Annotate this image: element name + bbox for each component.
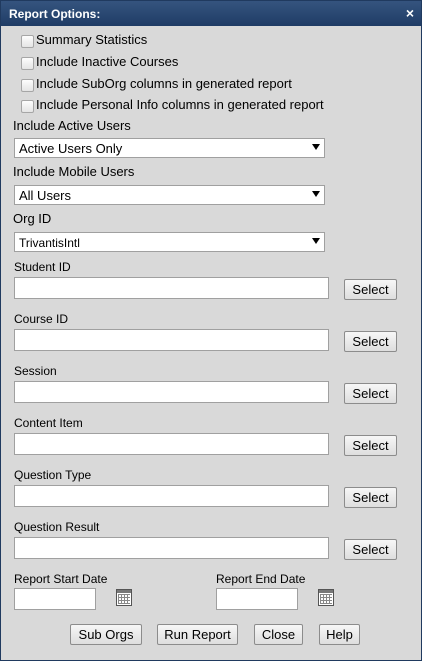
course-id-label: Course ID — [14, 312, 69, 326]
mobile-users-value: All Users — [19, 188, 72, 203]
include-personal-info-checkbox[interactable] — [21, 100, 34, 113]
report-start-date-label: Report Start Date — [14, 572, 108, 586]
content-item-label: Content Item — [14, 416, 83, 430]
content-item-select-button[interactable]: Select — [344, 435, 397, 456]
question-type-select-button[interactable]: Select — [344, 487, 397, 508]
chevron-down-icon — [312, 238, 320, 244]
help-button[interactable]: Help — [319, 624, 360, 645]
dialog-title: Report Options: — [9, 7, 101, 21]
active-users-select[interactable]: Active Users Only — [14, 138, 325, 158]
report-end-date-input[interactable] — [216, 588, 298, 610]
student-id-select-button[interactable]: Select — [344, 279, 397, 300]
include-inactive-courses-checkbox[interactable] — [21, 57, 34, 70]
org-id-label: Org ID — [13, 211, 52, 226]
include-suborg-columns-label: Include SubOrg columns in generated repo… — [36, 76, 292, 91]
question-type-input[interactable] — [14, 485, 329, 507]
session-label: Session — [14, 364, 57, 378]
summary-statistics-checkbox[interactable] — [21, 35, 34, 48]
course-id-select-button[interactable]: Select — [344, 331, 397, 352]
org-id-select[interactable]: TrivantisIntl — [14, 232, 325, 252]
include-suborg-columns-checkbox[interactable] — [21, 79, 34, 92]
close-icon[interactable]: × — [406, 5, 414, 21]
calendar-icon[interactable] — [318, 589, 334, 606]
question-result-label: Question Result — [14, 520, 100, 534]
content-item-input[interactable] — [14, 433, 329, 455]
report-start-date-input[interactable] — [14, 588, 96, 610]
close-button[interactable]: Close — [254, 624, 303, 645]
summary-statistics-label: Summary Statistics — [36, 32, 148, 47]
include-inactive-courses-label: Include Inactive Courses — [36, 54, 179, 69]
session-select-button[interactable]: Select — [344, 383, 397, 404]
question-type-label: Question Type — [14, 468, 92, 482]
mobile-users-select[interactable]: All Users — [14, 185, 325, 205]
course-id-input[interactable] — [14, 329, 329, 351]
chevron-down-icon — [312, 191, 320, 197]
sub-orgs-button[interactable]: Sub Orgs — [70, 624, 142, 645]
report-end-date-label: Report End Date — [216, 572, 306, 586]
student-id-input[interactable] — [14, 277, 329, 299]
chevron-down-icon — [312, 144, 320, 150]
question-result-input[interactable] — [14, 537, 329, 559]
report-options-dialog: Report Options: × Summary Statistics Inc… — [0, 0, 422, 661]
include-personal-info-label: Include Personal Info columns in generat… — [36, 97, 324, 112]
run-report-button[interactable]: Run Report — [157, 624, 238, 645]
question-result-select-button[interactable]: Select — [344, 539, 397, 560]
active-users-label: Include Active Users — [13, 118, 131, 133]
org-id-value: TrivantisIntl — [19, 236, 80, 250]
student-id-label: Student ID — [14, 260, 71, 274]
dialog-titlebar: Report Options: × — [1, 1, 421, 26]
mobile-users-label: Include Mobile Users — [13, 164, 135, 179]
calendar-icon[interactable] — [116, 589, 132, 606]
session-input[interactable] — [14, 381, 329, 403]
active-users-value: Active Users Only — [19, 141, 123, 156]
